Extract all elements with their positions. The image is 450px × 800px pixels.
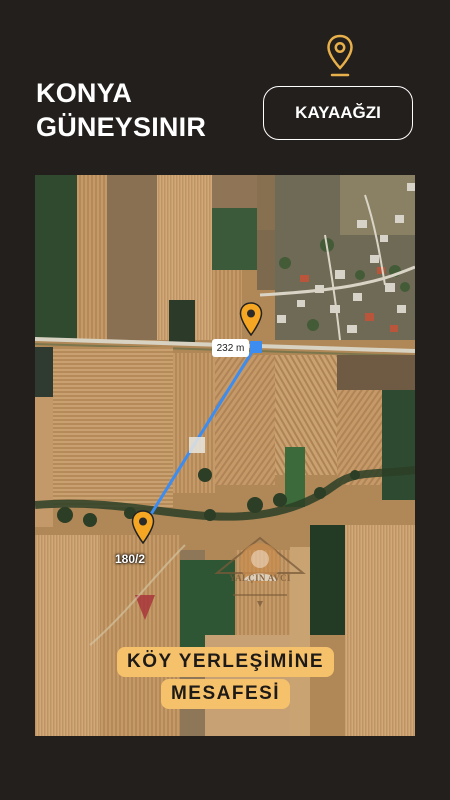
caption-line-2: MESAFESİ	[160, 679, 291, 709]
caption-line-1: KÖY YERLEŞİMİNE	[116, 647, 335, 677]
village-badge[interactable]: KAYAAĞZI	[263, 86, 413, 140]
parcel-label: 180/2	[115, 552, 146, 566]
distance-caption: KÖY YERLEŞİMİNE MESAFESİ	[92, 647, 359, 709]
page-title: KONYA GÜNEYSINIR	[36, 76, 206, 144]
title-line-district: GÜNEYSINIR	[36, 112, 207, 142]
location-pin-icon	[327, 34, 353, 77]
parcel-pin-icon[interactable]	[131, 510, 155, 544]
watermark-text: YALÇIN AVCI	[229, 573, 291, 583]
route-end-marker	[250, 341, 262, 353]
village-pin-icon[interactable]	[239, 302, 263, 336]
title-line-city: KONYA	[36, 78, 133, 108]
distance-label: 232 m	[212, 339, 249, 357]
listing-card: KONYA GÜNEYSINIR KAYAAĞZI YALÇIN AVCI 23…	[0, 0, 450, 800]
watermark-logo: YALÇIN AVCI	[213, 535, 307, 621]
field-green	[35, 175, 77, 340]
